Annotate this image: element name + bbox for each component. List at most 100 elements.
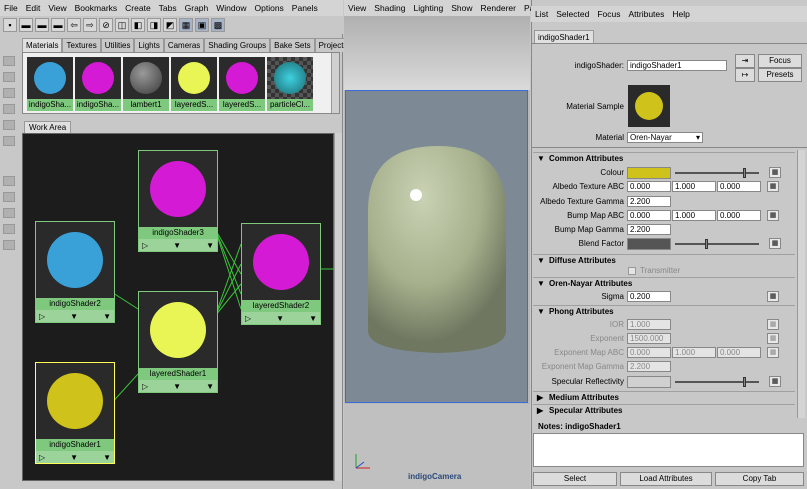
swatch-lambert1[interactable]: lambert1	[123, 57, 169, 111]
exponent-c-field[interactable]: 0.000	[717, 347, 761, 358]
work-area[interactable]: indigoShader3 ▷ ▼ ▼ indigoShader2 ▷ ▼ ▼ laye…	[22, 133, 335, 481]
node-layered-shader-1[interactable]: layeredShader1 ▷ ▼ ▼	[138, 291, 218, 393]
small-mode-icon[interactable]	[3, 224, 15, 234]
checker-map-icon[interactable]: ▦	[769, 167, 781, 178]
show-top-bottom-icon[interactable]: ▦	[179, 18, 193, 32]
tab-lights[interactable]: Lights	[134, 38, 164, 52]
expand-more-icon[interactable]: ▼	[103, 312, 111, 321]
menu-shading[interactable]: Shading	[370, 3, 409, 13]
expand-icon[interactable]: ▼	[173, 382, 181, 391]
checker-map-icon[interactable]: ▦	[767, 291, 779, 302]
expand-more-icon[interactable]: ▼	[309, 314, 317, 323]
graph-output-icon[interactable]: ◩	[163, 18, 177, 32]
sort-type-icon[interactable]	[3, 120, 15, 130]
checker-map-icon[interactable]: ▦	[769, 238, 781, 249]
menu-edit[interactable]: Edit	[22, 3, 45, 13]
graph-both-icon[interactable]: ◨	[147, 18, 161, 32]
exponent-gamma-field[interactable]: 2.200	[627, 361, 671, 372]
tab-work-area[interactable]: Work Area	[24, 121, 72, 133]
colour-slider[interactable]	[675, 167, 759, 178]
checker-map-icon[interactable]: ▦	[767, 210, 779, 221]
sort-icon[interactable]	[3, 88, 15, 98]
menu-focus[interactable]: Focus	[593, 9, 624, 19]
expand-icon[interactable]: ▼	[70, 453, 78, 462]
checker-map-icon[interactable]: ▦	[767, 333, 779, 344]
focus-button[interactable]: Focus	[758, 54, 802, 68]
checker-map-icon[interactable]: ▦	[767, 181, 779, 192]
bump-b-field[interactable]: 1.000	[672, 210, 716, 221]
top-tabs-icon[interactable]: ▬	[19, 18, 33, 32]
checker-map-icon[interactable]: ▦	[769, 376, 781, 387]
specular-reflectivity-slider[interactable]	[675, 376, 759, 387]
bottom-tabs-icon[interactable]: ▬	[35, 18, 49, 32]
attribute-scrollbar[interactable]	[797, 150, 805, 418]
sort-time-icon[interactable]	[3, 136, 15, 146]
menu-bookmarks[interactable]: Bookmarks	[71, 3, 122, 13]
checker-map-icon[interactable]: ▦	[767, 319, 779, 330]
menu-file[interactable]: File	[0, 3, 22, 13]
swatch-scrollbar[interactable]	[331, 53, 339, 113]
rearrange-icon[interactable]: ◫	[115, 18, 129, 32]
tab-bake-sets[interactable]: Bake Sets	[270, 38, 315, 52]
section-oren-nayar-attributes[interactable]: ▼ Oren-Nayar Attributes	[533, 277, 795, 289]
menu-help[interactable]: Help	[668, 9, 693, 19]
input-connection-icon[interactable]: ⇥	[735, 54, 755, 68]
work-area-scrollbar[interactable]	[334, 133, 342, 481]
expand-more-icon[interactable]: ▼	[103, 453, 111, 462]
slider-knob[interactable]	[743, 167, 746, 178]
albedo-c-field[interactable]: 0.000	[717, 181, 761, 192]
transmitter-checkbox[interactable]	[628, 266, 636, 275]
exponent-b-field[interactable]: 1.000	[672, 347, 716, 358]
menu-list[interactable]: List	[531, 9, 552, 19]
slider-knob[interactable]	[743, 376, 746, 387]
clear-graph-icon[interactable]: ⊘	[99, 18, 113, 32]
render-view[interactable]	[345, 90, 528, 403]
large-mode-icon[interactable]	[3, 240, 15, 250]
output-connection-icon[interactable]: ↦	[735, 68, 755, 82]
expand-more-icon[interactable]: ▼	[206, 241, 214, 250]
tab-shading-groups[interactable]: Shading Groups	[204, 38, 271, 52]
node-indigo-shader-1[interactable]: indigoShader1 ▷ ▼ ▼	[35, 362, 115, 464]
presets-button[interactable]: Presets	[758, 68, 802, 82]
list-icon[interactable]	[3, 72, 15, 82]
swatch-particle-cloud[interactable]: particleCl...	[267, 57, 313, 111]
tab-textures[interactable]: Textures	[62, 38, 101, 52]
slider-knob[interactable]	[705, 238, 708, 249]
menu-create[interactable]: Create	[121, 3, 155, 13]
menu-show[interactable]: Show	[447, 3, 476, 13]
section-medium-attributes[interactable]: ▶ Medium Attributes	[533, 391, 795, 403]
graph-input-icon[interactable]: ◧	[131, 18, 145, 32]
expand-icon[interactable]: ▼	[276, 314, 284, 323]
expand-more-icon[interactable]: ▼	[206, 382, 214, 391]
blend-factor-swatch[interactable]	[627, 237, 671, 250]
tab-materials[interactable]: Materials	[22, 38, 63, 52]
albedo-b-field[interactable]: 1.000	[672, 181, 716, 192]
colour-swatch[interactable]	[627, 166, 671, 179]
sigma-field[interactable]: 0.200	[627, 291, 671, 302]
sort-name-icon[interactable]	[3, 104, 15, 114]
specular-reflectivity-swatch[interactable]	[627, 375, 671, 388]
layout-icon[interactable]: ▪	[3, 18, 17, 32]
play-icon[interactable]: ▷	[39, 312, 45, 321]
node-layered-shader-2[interactable]: layeredShader2 ▷ ▼ ▼	[241, 223, 321, 325]
menu-panels[interactable]: Panels	[288, 3, 322, 13]
menu-graph[interactable]: Graph	[181, 3, 213, 13]
bump-gamma-field[interactable]: 2.200	[627, 224, 671, 235]
swatch-indigo-shader-2[interactable]: indigoSha...	[75, 57, 121, 111]
arrow-left-icon[interactable]: ⇦	[67, 18, 81, 32]
menu-window[interactable]: Window	[212, 3, 250, 13]
network-icon[interactable]: ▣	[195, 18, 209, 32]
tab-indigo-shader-1[interactable]: indigoShader1	[534, 30, 594, 43]
swatch-mode-icon[interactable]	[3, 176, 15, 186]
play-icon[interactable]: ▷	[142, 382, 148, 391]
exponent-a-field[interactable]: 0.000	[627, 347, 671, 358]
tab-cameras[interactable]: Cameras	[163, 38, 205, 52]
albedo-a-field[interactable]: 0.000	[627, 181, 671, 192]
blend-factor-slider[interactable]	[675, 238, 759, 249]
list-mode-icon[interactable]	[3, 208, 15, 218]
arrow-right-icon[interactable]: ⇨	[83, 18, 97, 32]
menu-lighting[interactable]: Lighting	[409, 3, 447, 13]
ior-field[interactable]: 1.000	[627, 319, 671, 330]
node-indigo-shader-2[interactable]: indigoShader2 ▷ ▼ ▼	[35, 221, 115, 323]
swatch-layered-shader-1[interactable]: layeredS...	[171, 57, 217, 111]
